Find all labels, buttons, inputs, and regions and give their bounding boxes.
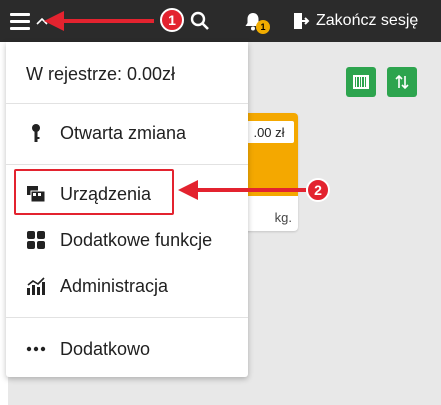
barcode-button[interactable]: [346, 67, 376, 97]
menu-divider: [6, 317, 248, 318]
menu-item-additional-functions[interactable]: Dodatkowe funkcje: [6, 218, 248, 262]
menu-item-label: Administracja: [60, 275, 169, 296]
menu-item-open-shift[interactable]: Otwarta zmiana: [6, 111, 248, 155]
menu-item-label: Otwarta zmiana: [60, 122, 187, 143]
more-dots-icon: [26, 346, 46, 352]
logout-button[interactable]: Zakończ sesję: [292, 0, 418, 42]
product-unit: kg.: [274, 210, 292, 225]
menu-divider: [6, 164, 248, 165]
logout-label: Zakończ sesję: [316, 12, 419, 29]
barcode-icon: [353, 75, 369, 89]
menu-item-label: Dodatkowe funkcje: [60, 229, 213, 250]
notification-badge: 1: [256, 20, 270, 34]
annotation-badge-1: 1: [160, 8, 184, 32]
search-button[interactable]: [190, 0, 210, 42]
logout-icon: [294, 13, 310, 29]
menu-item-administration[interactable]: Administracja: [6, 264, 248, 308]
annotation-badge-2: 2: [306, 178, 330, 202]
search-icon: [190, 11, 209, 30]
annotation-arrow-1: [44, 11, 154, 31]
menu-item-more[interactable]: Dodatkowo: [6, 327, 248, 371]
sort-button[interactable]: [387, 67, 417, 97]
sort-arrows-icon: [395, 74, 409, 90]
menu-divider: [6, 103, 248, 104]
chart-icon: [27, 277, 45, 295]
annotation-highlight-box: [14, 169, 174, 215]
product-price: .00 zł: [244, 121, 294, 143]
grid-icon: [27, 231, 45, 249]
register-balance-label: W rejestrze: 0.00zł: [26, 63, 176, 84]
menu-item-label: Dodatkowo: [60, 338, 151, 359]
annotation-arrow-2: [178, 180, 306, 200]
register-balance: W rejestrze: 0.00zł: [6, 52, 248, 96]
key-icon: [32, 124, 40, 142]
menu-toggle[interactable]: [10, 0, 32, 42]
